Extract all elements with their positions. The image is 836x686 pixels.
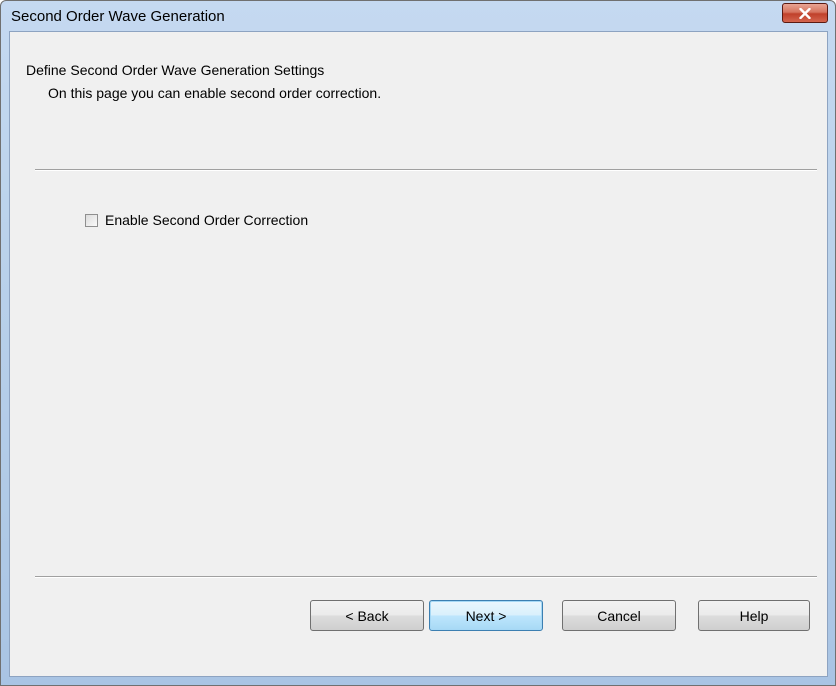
title-bar[interactable]: Second Order Wave Generation xyxy=(1,1,835,27)
enable-correction-label[interactable]: Enable Second Order Correction xyxy=(105,212,308,228)
dialog-client-area xyxy=(9,31,828,677)
window-title: Second Order Wave Generation xyxy=(11,8,225,25)
help-button[interactable]: Help xyxy=(698,600,810,631)
cancel-button[interactable]: Cancel xyxy=(562,600,676,631)
footer-separator xyxy=(35,576,817,578)
back-button[interactable]: < Back xyxy=(310,600,424,631)
close-icon xyxy=(799,7,811,19)
enable-correction-option[interactable]: Enable Second Order Correction xyxy=(85,212,308,228)
page-subtitle: On this page you can enable second order… xyxy=(48,85,382,101)
header-separator xyxy=(35,169,817,171)
wizard-window: Second Order Wave Generation Define Seco… xyxy=(0,0,836,686)
page-title: Define Second Order Wave Generation Sett… xyxy=(26,62,325,78)
close-button[interactable] xyxy=(782,3,828,23)
enable-correction-checkbox[interactable] xyxy=(85,213,98,227)
next-button[interactable]: Next > xyxy=(429,600,543,631)
